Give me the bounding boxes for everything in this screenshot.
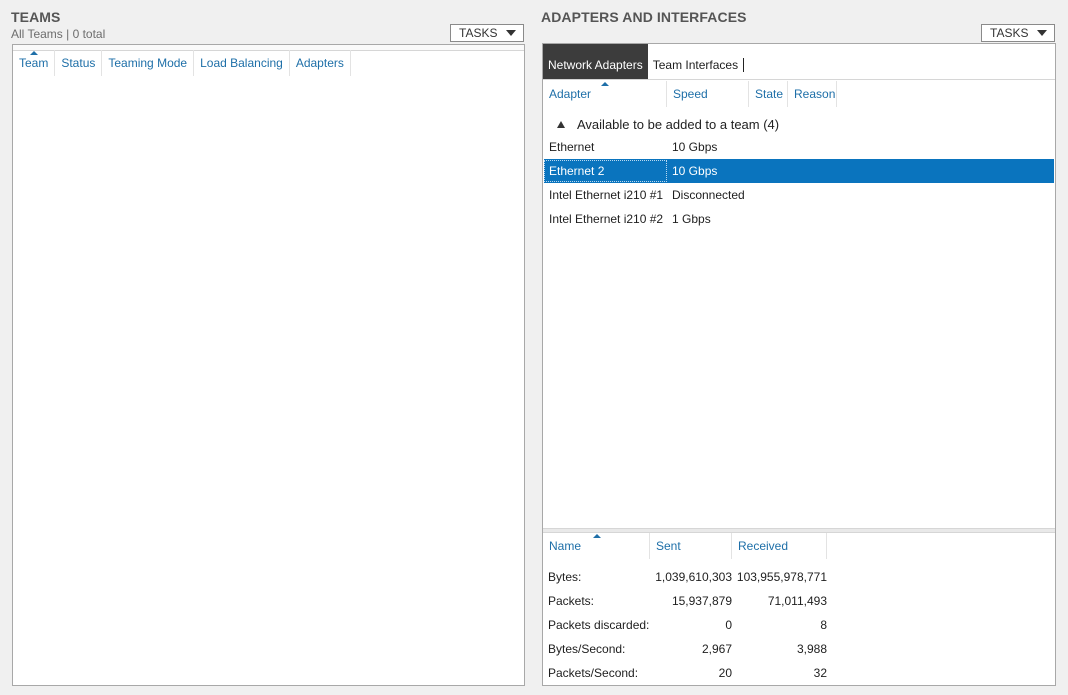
column-header-name[interactable]: Name: [543, 533, 650, 559]
stat-received: 3,988: [796, 642, 827, 656]
stat-name: Bytes/Second:: [548, 642, 626, 656]
stat-received: 103,955,978,771: [736, 570, 827, 584]
adapter-row[interactable]: Ethernet 10 Gbps: [544, 135, 1054, 159]
chevron-down-icon: [506, 30, 516, 36]
teams-title: TEAMS: [11, 9, 61, 25]
teams-subtitle: All Teams | 0 total: [11, 27, 106, 41]
column-header-received[interactable]: Received: [732, 533, 827, 559]
adapter-row[interactable]: Intel Ethernet i210 #2 1 Gbps: [544, 207, 1054, 231]
column-label: Speed: [673, 87, 708, 101]
column-label: State: [755, 87, 784, 101]
adapter-name: Ethernet: [549, 140, 595, 154]
column-header-teaming-mode[interactable]: Teaming Mode: [102, 50, 195, 76]
column-header-status[interactable]: Status: [55, 50, 103, 76]
column-label: Status: [61, 56, 96, 70]
column-header-load-balancing[interactable]: Load Balancing: [194, 50, 290, 76]
teams-column-header: Team Status Teaming Mode Load Balancing …: [13, 50, 351, 76]
adapters-tabbar: Network Adapters Team Interfaces: [543, 44, 1055, 80]
column-label: Adapter: [549, 87, 592, 101]
teams-tasks-button[interactable]: TASKS: [450, 24, 524, 42]
stat-name: Packets/Second:: [548, 666, 639, 680]
column-header-adapters[interactable]: Adapters: [290, 50, 351, 76]
stat-row: Bytes/Second: 2,967 3,988: [548, 637, 827, 661]
sort-ascending-icon: [30, 51, 38, 55]
stat-received: 32: [813, 666, 827, 680]
adapter-row-selected[interactable]: Ethernet 2 10 Gbps: [544, 159, 1054, 183]
adapter-name: Ethernet 2: [544, 160, 667, 182]
stat-name: Packets discarded:: [548, 618, 650, 632]
sort-ascending-icon: [593, 534, 601, 538]
stat-sent: 15,937,879: [671, 594, 732, 608]
column-header-state[interactable]: State: [749, 81, 788, 107]
adapters-pane: Network Adapters Team Interfaces Adapter…: [542, 43, 1056, 686]
tab-network-adapters[interactable]: Network Adapters: [543, 44, 648, 79]
group-label: Available to be added to a team (4): [577, 117, 780, 132]
adapters-tasks-button[interactable]: TASKS: [981, 24, 1055, 42]
adapter-name: Intel Ethernet i210 #2: [549, 212, 664, 226]
adapter-speed: Disconnected: [672, 188, 745, 202]
adapter-name: Intel Ethernet i210 #1: [549, 188, 664, 202]
collapse-triangle-icon[interactable]: [557, 120, 565, 128]
adapter-speed: 10 Gbps: [672, 164, 718, 178]
stat-row: Packets: 15,937,879 71,011,493: [548, 589, 827, 613]
column-label: Load Balancing: [200, 56, 283, 70]
teams-tasks-label: TASKS: [459, 26, 498, 40]
stat-name: Bytes:: [548, 570, 582, 584]
stat-name: Packets:: [548, 594, 595, 608]
adapter-speed: 1 Gbps: [672, 212, 711, 226]
adapter-row[interactable]: Intel Ethernet i210 #1 Disconnected: [544, 183, 1054, 207]
stat-row: Packets/Second: 20 32: [548, 661, 827, 685]
text-cursor: [743, 58, 745, 72]
sort-ascending-icon: [601, 82, 609, 86]
stat-sent: 2,967: [701, 642, 732, 656]
column-label: Name: [549, 539, 582, 553]
stat-sent: 20: [718, 666, 732, 680]
stat-sent: 0: [725, 618, 732, 632]
stat-received: 8: [820, 618, 827, 632]
stat-received: 71,011,493: [767, 594, 827, 608]
column-label: Reason: [794, 87, 836, 101]
column-label: Teaming Mode: [108, 56, 188, 70]
chevron-down-icon: [1037, 30, 1047, 36]
teams-list[interactable]: Team Status Teaming Mode Load Balancing …: [12, 44, 525, 686]
column-header-reason[interactable]: Reason: [788, 81, 837, 107]
column-label: Team: [19, 56, 49, 70]
stat-row: Packets discarded: 0 8: [548, 613, 827, 637]
adapters-column-header: Adapter Speed State Reason: [543, 81, 837, 107]
adapter-group-header[interactable]: Available to be added to a team (4): [557, 117, 779, 132]
tab-team-interfaces[interactable]: Team Interfaces: [648, 44, 743, 79]
stat-sent: 1,039,610,303: [655, 570, 732, 584]
column-header-sent[interactable]: Sent: [650, 533, 732, 559]
column-label: Adapters: [295, 56, 344, 70]
adapters-tasks-label: TASKS: [990, 26, 1029, 40]
column-header-speed[interactable]: Speed: [667, 81, 749, 107]
adapters-title: ADAPTERS AND INTERFACES: [541, 9, 747, 25]
stat-row: Bytes: 1,039,610,303 103,955,978,771: [548, 565, 827, 589]
column-label: Received: [738, 539, 789, 553]
adapter-speed: 10 Gbps: [672, 140, 718, 154]
stats-column-header: Name Sent Received: [543, 533, 827, 559]
column-header-team[interactable]: Team: [13, 50, 56, 76]
column-header-adapter[interactable]: Adapter: [543, 81, 667, 107]
column-label: Sent: [656, 539, 681, 553]
